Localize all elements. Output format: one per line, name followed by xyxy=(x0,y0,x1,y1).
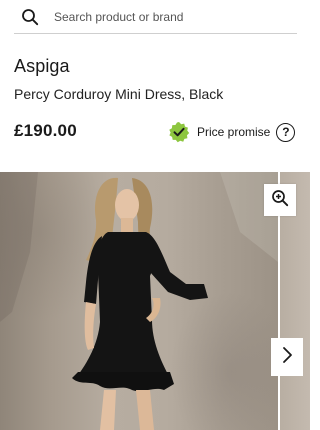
search-input[interactable] xyxy=(54,9,284,24)
help-icon[interactable]: ? xyxy=(276,122,296,142)
check-badge-icon xyxy=(168,121,190,143)
price-promise-label[interactable]: Price promise xyxy=(197,125,270,139)
brand-name[interactable]: Aspiga xyxy=(14,56,70,77)
price-promise: Price promise ? xyxy=(168,120,296,144)
product-gallery[interactable] xyxy=(0,172,310,430)
next-image-button[interactable] xyxy=(271,338,303,376)
search-bar xyxy=(14,0,297,34)
search-icon[interactable] xyxy=(20,7,40,27)
product-image[interactable] xyxy=(0,172,278,430)
zoom-in-icon xyxy=(271,189,289,212)
product-price: £190.00 xyxy=(14,121,77,140)
product-title: Percy Corduroy Mini Dress, Black xyxy=(14,86,224,102)
chevron-right-icon xyxy=(281,346,293,369)
zoom-button[interactable] xyxy=(264,184,296,216)
